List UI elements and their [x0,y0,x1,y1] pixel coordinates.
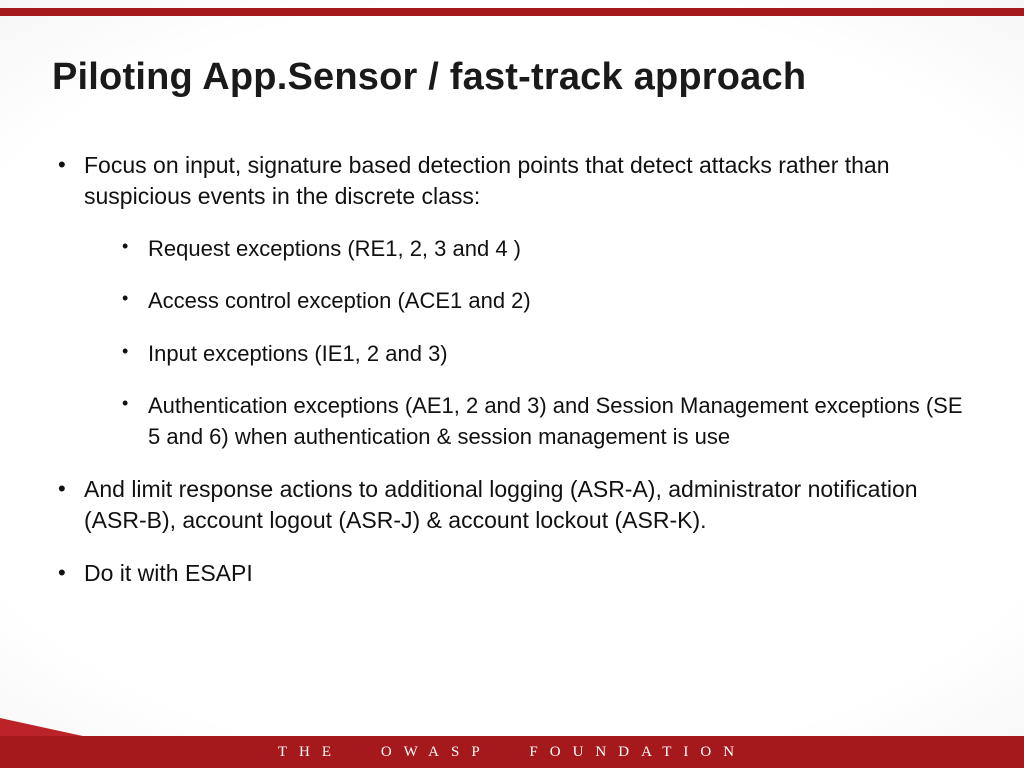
footer-word-foundation: FOUNDATION [529,744,746,760]
footer-word-the: THE [278,744,343,760]
footer: THE OWASP FOUNDATION [0,718,1024,768]
top-accent-bar [0,8,1024,16]
footer-brand: THE OWASP FOUNDATION [278,744,746,761]
footer-word-owasp: OWASP [381,744,492,760]
bullet-1-text: Focus on input, signature based detectio… [84,152,890,209]
bullet-1: Focus on input, signature based detectio… [52,150,972,452]
bullet-2: And limit response actions to additional… [52,474,972,536]
footer-bar: THE OWASP FOUNDATION [0,736,1024,768]
bullet-list: Focus on input, signature based detectio… [52,150,972,589]
sub-bullet-list: Request exceptions (RE1, 2, 3 and 4 ) Ac… [84,234,972,452]
slide-body: Focus on input, signature based detectio… [52,150,972,688]
sub-bullet-1: Request exceptions (RE1, 2, 3 and 4 ) [84,234,972,264]
slide-title: Piloting App.Sensor / fast-track approac… [52,56,972,99]
sub-bullet-4: Authentication exceptions (AE1, 2 and 3)… [84,391,972,452]
bullet-3: Do it with ESAPI [52,558,972,589]
sub-bullet-3: Input exceptions (IE1, 2 and 3) [84,339,972,369]
sub-bullet-2: Access control exception (ACE1 and 2) [84,286,972,316]
